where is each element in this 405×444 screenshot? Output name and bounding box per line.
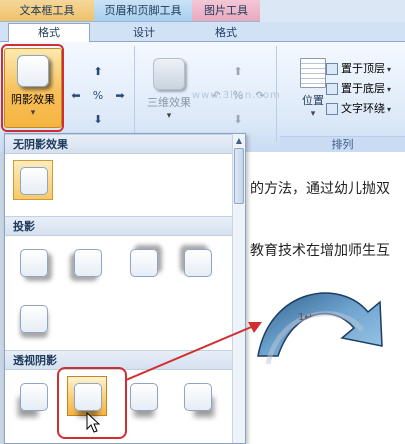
shadow-preview-icon (184, 383, 212, 411)
textbox-tools-group: 文本框工具 (0, 0, 94, 22)
shadow-preview-icon (20, 167, 48, 195)
nudge-down-icon[interactable]: ⬇ (90, 112, 106, 128)
nudge-right-icon[interactable]: ➡ (112, 88, 128, 104)
bring-to-front-label: 置于顶层 (341, 62, 385, 75)
header-footer-tools-group: 页眉和页脚工具 (94, 0, 192, 22)
bring-to-front-button[interactable]: 置于顶层 ▾ (326, 60, 391, 78)
shadow-preview-icon (20, 249, 48, 277)
gallery-scrollbar[interactable]: ▲ (232, 134, 245, 443)
scroll-up-icon[interactable]: ▲ (233, 135, 245, 147)
perspective-shadow-option[interactable] (13, 376, 53, 416)
document-text-line: 的方法，通过幼儿抛双 (250, 181, 390, 197)
scrollbar-thumb[interactable] (234, 148, 244, 204)
position-page-icon (300, 58, 326, 88)
nudge-left-icon[interactable]: ⬅ (68, 88, 84, 104)
send-to-back-button[interactable]: 置于底层 ▾ (326, 80, 391, 98)
word-window: 文本框工具 页眉和页脚工具 图片工具 格式 设计 格式 阴影效果 ▾ ⬆ ⬅ %… (0, 0, 405, 444)
shadow-preview-icon (20, 305, 48, 333)
watermark-text: www.3lian.com (192, 90, 281, 101)
shadow-preview-icon (20, 383, 48, 411)
drop-shadow-option[interactable] (177, 242, 217, 282)
text-wrapping-icon (326, 103, 338, 115)
drop-shadow-heading: 投影 (5, 216, 233, 236)
text-wrapping-button[interactable]: 文字环绕 ▾ (326, 100, 391, 118)
picture-tools-group: 图片工具 (192, 0, 260, 22)
tab-format-picture[interactable]: 格式 (196, 24, 256, 42)
text-wrapping-label: 文字环绕 (341, 102, 385, 115)
drop-shadow-option[interactable] (13, 242, 53, 282)
no-shadow-option[interactable] (13, 160, 53, 200)
arrange-group-label: 排列 (280, 136, 405, 152)
drop-shadow-option[interactable] (13, 298, 53, 338)
perspective-shadow-option[interactable] (177, 376, 217, 416)
shadow-preview-icon (130, 249, 158, 277)
bring-to-front-icon (326, 63, 338, 75)
nudge-up-icon[interactable]: ⬆ (90, 64, 106, 80)
page-marker: 1↵ (298, 312, 313, 323)
drop-shadow-option[interactable] (123, 242, 163, 282)
curved-arrow-shape[interactable] (250, 268, 400, 368)
perspective-shadow-option[interactable] (123, 376, 163, 416)
send-to-back-label: 置于底层 (341, 82, 385, 95)
tab-format-textbox[interactable]: 格式 (8, 23, 90, 43)
chevron-down-icon: ▾ (387, 105, 392, 114)
mouse-pointer-icon (86, 412, 100, 433)
chevron-down-icon: ▾ (166, 111, 172, 121)
chevron-down-icon: ▾ (387, 85, 392, 94)
3d-cube-icon (153, 58, 185, 90)
shadow-preview-icon (74, 249, 102, 277)
header-footer-tools-label: 页眉和页脚工具 (104, 4, 182, 17)
picture-tools-label: 图片工具 (204, 4, 248, 17)
3d-effects-label: 三维效果 (147, 96, 191, 109)
ribbon-separator (134, 46, 135, 142)
3d-effects-button[interactable]: 三维效果 ▾ (140, 52, 198, 132)
send-to-back-icon (326, 83, 338, 95)
chevron-down-icon: ▾ (387, 65, 392, 74)
drop-shadow-option[interactable] (67, 242, 107, 282)
annotation-highlight-shadow-button (1, 44, 64, 132)
tab-design[interactable]: 设计 (104, 24, 184, 42)
document-text-line: 教育技术在增加师生互 (250, 243, 390, 259)
tilt-down-icon[interactable]: ⬇ (230, 112, 246, 128)
ribbon-tab-strip: 格式 设计 格式 (0, 22, 405, 43)
no-shadow-heading: 无阴影效果 (5, 134, 233, 154)
context-tab-strip: 文本框工具 页眉和页脚工具 图片工具 (0, 0, 405, 22)
shadow-toggle-icon[interactable]: % (90, 88, 106, 104)
tilt-up-icon[interactable]: ⬆ (230, 64, 246, 80)
textbox-tools-label: 文本框工具 (19, 4, 75, 17)
ribbon-separator (276, 46, 277, 142)
shadow-preview-icon (184, 249, 212, 277)
shadow-preview-icon (130, 383, 158, 411)
